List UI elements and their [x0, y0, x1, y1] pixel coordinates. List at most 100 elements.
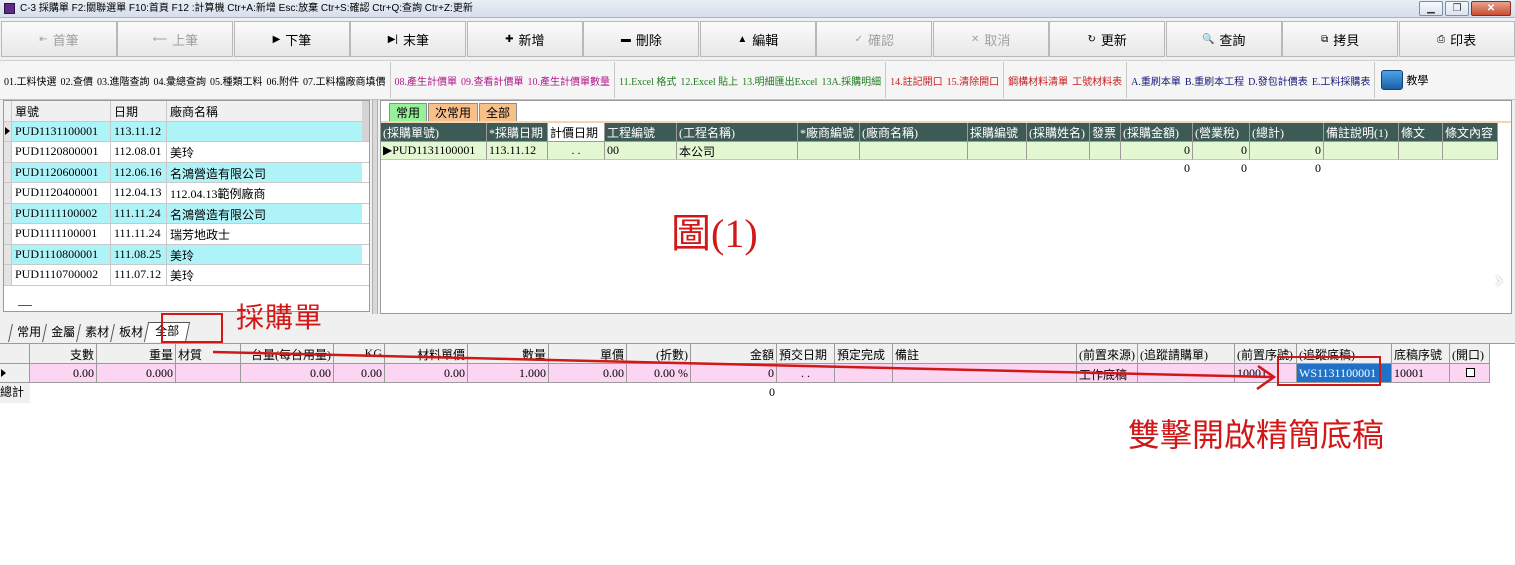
cell-vendor[interactable]: 美玲 [167, 142, 362, 162]
cell-vendor[interactable]: 名鴻營造有限公司 [167, 162, 362, 182]
cell-date[interactable]: 113.11.12 [487, 141, 548, 160]
cell-order-no[interactable]: PUD1120800001 [12, 142, 111, 162]
cell-date[interactable]: 111.07.12 [111, 265, 167, 285]
header-cell[interactable]: 採購編號 [968, 123, 1027, 142]
header-cell[interactable]: *廠商編號 [798, 123, 860, 142]
func-item[interactable]: 01.工料快選 [4, 73, 57, 88]
checkbox-icon[interactable] [1466, 367, 1475, 377]
add-button[interactable]: ✚ 新增 [466, 21, 583, 57]
cell-source[interactable]: 工作底稿 [1077, 363, 1138, 383]
func-item[interactable]: D.發包計價表 [1248, 73, 1308, 88]
header-cell[interactable]: 發票 [1090, 123, 1121, 142]
header-cell[interactable]: (追蹤請購單) [1138, 344, 1235, 364]
tab-common[interactable]: 常用 [389, 103, 428, 122]
func-item[interactable]: 13A.採購明細 [821, 73, 881, 88]
cell-vendor-name[interactable] [860, 141, 968, 160]
restore-button[interactable]: ❐ [1445, 1, 1469, 16]
cell-clause[interactable] [1399, 141, 1443, 160]
cell-material-price[interactable]: 0.00 [385, 363, 468, 383]
func-item[interactable]: 15.清除開口 [947, 73, 1000, 88]
func-item[interactable]: 10.產生計價單數量 [528, 73, 611, 88]
print-button[interactable]: ⎙ 印表 [1398, 21, 1515, 57]
cell-project-no[interactable]: 00 [605, 141, 677, 160]
cell-kg[interactable]: 0.00 [334, 363, 385, 383]
cell-date[interactable]: 111.11.24 [111, 224, 167, 244]
table-row[interactable]: PUD1120600001 112.06.16 名鴻營造有限公司 [4, 162, 369, 183]
panel-splitter[interactable] [372, 100, 378, 314]
cell-project-name[interactable]: 本公司 [677, 141, 798, 160]
horizontal-scroll-thumb[interactable] [18, 305, 32, 306]
func-item[interactable]: 鋼構材料清單 [1008, 73, 1068, 88]
edit-button[interactable]: ▲ 編輯 [699, 21, 816, 57]
cell-vendor[interactable]: 112.04.13範例廠商 [167, 183, 362, 203]
func-item[interactable]: 06.附件 [267, 73, 300, 88]
header-cell[interactable]: 支數 [30, 344, 97, 364]
header-cell[interactable]: 數量 [468, 344, 549, 364]
cell-date[interactable]: 112.06.16 [111, 162, 167, 182]
cell-discount[interactable]: 0.00 % [627, 363, 691, 383]
func-item[interactable]: 11.Excel 格式 [619, 73, 676, 88]
header-cell[interactable]: 重量 [97, 344, 176, 364]
header-cell[interactable]: (採購姓名) [1027, 123, 1090, 142]
header-cell[interactable]: (採購單號) [381, 123, 487, 142]
cancel-button[interactable]: ✕ 取消 [932, 21, 1049, 57]
cell-date[interactable]: 111.08.25 [111, 244, 167, 264]
tab-all[interactable]: 全部 [479, 103, 518, 122]
header-cell[interactable]: 單價 [549, 344, 627, 364]
table-row[interactable]: PUD1110800001 111.08.25 美玲 [4, 244, 369, 265]
first-record-button[interactable]: ⇤ 首筆 [1, 21, 117, 57]
header-cell[interactable]: 材料單價 [385, 344, 468, 364]
tab-common[interactable]: 常用 [8, 324, 46, 342]
table-row[interactable]: PUD1111100001 111.11.24 瑞芳地政士 [4, 224, 369, 245]
header-cell[interactable]: *採購日期 [487, 123, 548, 142]
cell-order-no[interactable]: PUD1120400001 [12, 183, 111, 203]
func-item[interactable]: 03.進階查詢 [97, 73, 150, 88]
cell-date[interactable]: 113.11.12 [111, 121, 167, 141]
header-cell[interactable]: 日期 [111, 101, 167, 121]
cell-planned-finish[interactable] [835, 363, 893, 383]
prev-record-button[interactable]: ⟵ 上筆 [117, 21, 234, 57]
func-item[interactable]: E.工料採購表 [1312, 73, 1371, 88]
cell-vendor[interactable]: 瑞芳地政士 [167, 224, 362, 244]
func-item[interactable]: 08.產生計價單 [395, 73, 458, 88]
table-row[interactable]: PUD1110700002 111.07.12 美玲 [4, 265, 369, 286]
cell-price-date[interactable]: . . [548, 141, 605, 160]
delete-button[interactable]: ▬ 刪除 [583, 21, 700, 57]
table-row[interactable]: ▶PUD1131100001 113.11.12 . . 00 本公司 0 0 … [381, 141, 1498, 160]
header-cell[interactable]: 底稿序號 [1392, 344, 1450, 364]
func-item[interactable]: 04.彙總查詢 [154, 73, 207, 88]
cell-order-no[interactable]: PUD1111100001 [12, 224, 111, 244]
cell-total[interactable]: 0 [1250, 141, 1324, 160]
cell-due-date[interactable]: . . [777, 363, 835, 383]
func-item[interactable]: 工號材料表 [1072, 73, 1122, 88]
cell-amount[interactable]: 0 [1121, 141, 1193, 160]
func-item[interactable]: 12.Excel 貼上 [680, 73, 738, 88]
header-cell[interactable]: 條文內容 [1443, 123, 1498, 142]
minimize-button[interactable]: ▁ [1419, 1, 1443, 16]
header-cell[interactable]: 單號 [12, 101, 111, 121]
func-item[interactable]: 07.工料檔廠商填價 [303, 73, 386, 88]
header-cell[interactable]: 台量(每台用量) [241, 344, 334, 364]
cell-draft-seq[interactable]: 10001 [1392, 363, 1450, 383]
header-cell[interactable]: (前置來源) [1077, 344, 1138, 364]
cell-buyer-no[interactable] [968, 141, 1027, 160]
header-cell[interactable]: 預定完成 [835, 344, 893, 364]
cell-amount[interactable]: 0 [691, 363, 777, 383]
func-item[interactable]: 02.查價 [61, 73, 94, 88]
cell-order-no[interactable]: PUD1110700002 [12, 265, 111, 285]
query-button[interactable]: 🔍 查詢 [1165, 21, 1282, 57]
table-row[interactable]: PUD1131100001 113.11.12 [4, 121, 369, 142]
chevron-right-icon[interactable]: › [1495, 266, 1503, 294]
tab-board[interactable]: 板材 [110, 324, 148, 342]
cell-date[interactable]: 112.08.01 [111, 142, 167, 162]
teach-button[interactable]: 教學 [1375, 70, 1434, 90]
header-cell[interactable]: (廠商名稱) [860, 123, 968, 142]
header-cell[interactable]: 廠商名稱 [167, 101, 362, 121]
cell-invoice[interactable] [1090, 141, 1121, 160]
func-item[interactable]: B.重刷本工程 [1185, 73, 1244, 88]
header-cell[interactable]: (總計) [1250, 123, 1324, 142]
header-cell[interactable]: 工程編號 [605, 123, 677, 142]
cell-note[interactable] [1324, 141, 1399, 160]
header-cell[interactable]: 條文 [1399, 123, 1443, 142]
header-cell[interactable]: 預交日期 [777, 344, 835, 364]
